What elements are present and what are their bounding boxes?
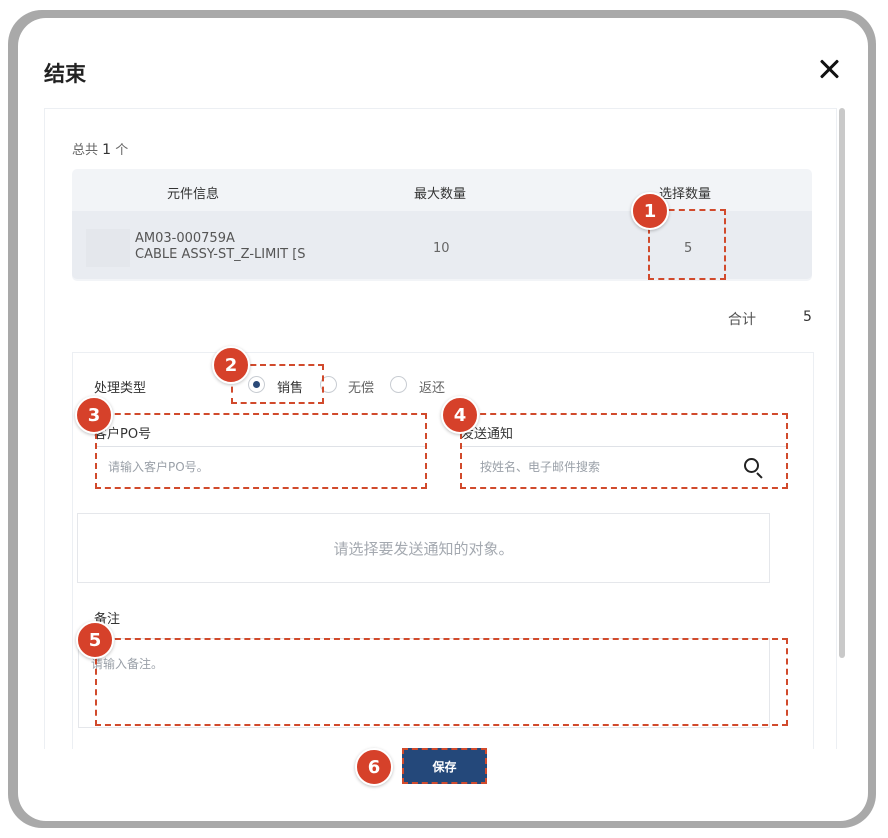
column-header-selected-qty: 选择数量 [659,187,712,202]
close-icon[interactable] [818,58,840,80]
column-header-max-qty: 最大数量 [414,187,467,202]
part-thumbnail [86,229,130,267]
part-description: CABLE ASSY-ST_Z-LIMIT [S [135,247,306,262]
total-prefix: 总共 [72,143,99,158]
callout-badge-5: 5 [76,621,114,659]
dialog-title: 结束 [44,62,86,86]
callout-badge-3: 3 [75,396,113,434]
customer-po-placeholder: 请输入客户PO号。 [108,460,209,474]
subtotal-value: 5 [803,309,812,325]
customer-po-input[interactable]: 请输入客户PO号。 [96,446,426,480]
save-button[interactable]: 保存 [402,748,487,784]
radio-return[interactable] [390,376,407,393]
notify-empty-text: 请选择要发送通知的对象。 [333,540,514,558]
max-qty-value: 10 [433,241,450,256]
callout-badge-6: 6 [355,748,393,786]
total-count: 总共 1 个 [72,139,128,158]
subtotal-label: 合计 [728,312,756,328]
callout-badge-1: 1 [631,192,669,230]
total-suffix: 个 [115,143,129,158]
callout-badge-2: 2 [212,346,250,384]
column-header-part-info: 元件信息 [167,187,220,202]
table-row: AM03-000759A CABLE ASSY-ST_Z-LIMIT [S 10… [72,211,812,279]
part-number: AM03-000759A [135,231,235,246]
radio-free[interactable] [320,376,337,393]
radio-sale[interactable] [248,376,265,393]
selected-qty-input[interactable]: 5 [684,241,692,256]
parts-table: 元件信息 最大数量 选择数量 AM03-000759A CABLE ASSY-S… [72,169,812,281]
callout-badge-4: 4 [441,396,479,434]
notify-recipients-box: 请选择要发送通知的对象。 [77,513,770,583]
part-info: AM03-000759A CABLE ASSY-ST_Z-LIMIT [S [135,231,306,263]
vertical-scrollbar[interactable] [839,108,845,658]
radio-return-label[interactable]: 返还 [419,377,445,396]
notify-search-input[interactable]: 按姓名、电子邮件搜索 [462,446,786,480]
process-type-label: 处理类型 [94,381,147,396]
notify-search-placeholder: 按姓名、电子邮件搜索 [480,460,601,474]
radio-free-label[interactable]: 无偿 [348,377,374,396]
search-icon[interactable] [744,458,759,473]
radio-sale-label[interactable]: 销售 [277,377,303,396]
remark-textarea[interactable]: 请输入备注。 [78,638,770,728]
total-number: 1 [102,142,112,158]
